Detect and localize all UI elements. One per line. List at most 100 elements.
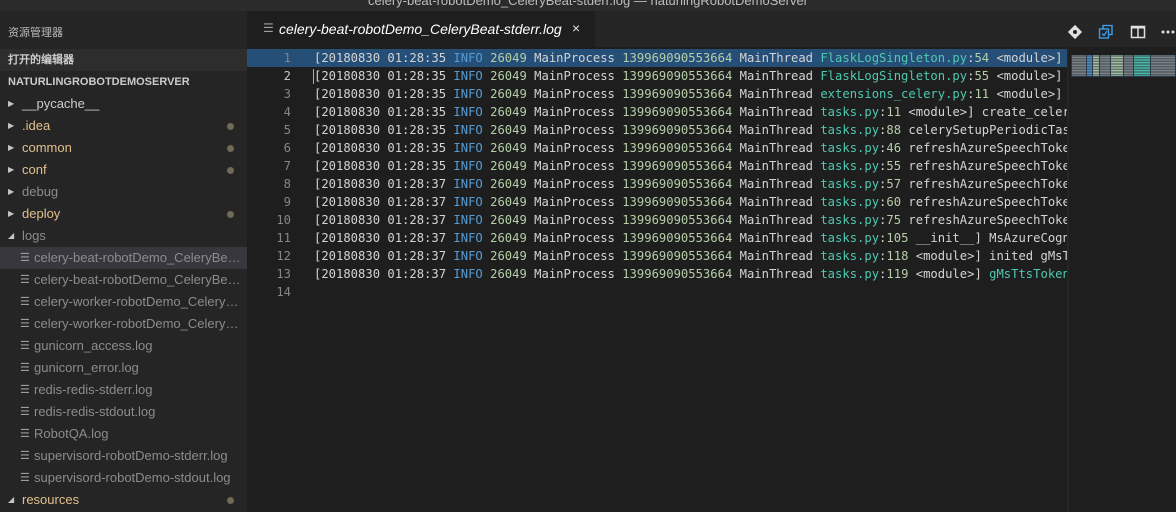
file-item[interactable]: ☰ celery-beat-robotDemo_CeleryBeat-stderr…	[0, 247, 247, 269]
minimap-token	[1093, 66, 1099, 68]
log-source-file: tasks.py	[820, 105, 880, 119]
log-line-text: [20180830 01:28:37 INFO 26049 MainProces…	[314, 229, 1069, 247]
minimap-token	[1072, 69, 1086, 71]
code-line[interactable]: 6 [20180830 01:28:35 INFO 26049 MainProce…	[247, 139, 1069, 157]
log-message: refreshAzureSpeechToken]	[901, 141, 1069, 155]
file-tree: ▶ __pycache__ ▶ .idea ▶ common ▶ conf ▶ debug ▶ dep…	[0, 93, 247, 511]
chevron-right-icon[interactable]: ▶	[8, 137, 18, 159]
file-item[interactable]: ☰ celery-worker-robotDemo_CeleryWorker-st…	[0, 291, 247, 313]
folder-item[interactable]: ▶ common	[0, 137, 247, 159]
git-compare-icon[interactable]	[1067, 24, 1083, 40]
code-line[interactable]: 9 [20180830 01:28:37 INFO 26049 MainProce…	[247, 193, 1069, 211]
folder-item[interactable]: ▶ __pycache__	[0, 93, 247, 115]
file-item[interactable]: ☰ celery-beat-robotDemo_CeleryBeat-stdout…	[0, 269, 247, 291]
chevron-right-icon[interactable]: ▶	[8, 203, 18, 225]
minimap-token	[1124, 61, 1133, 63]
folder-item[interactable]: ▶ conf	[0, 159, 247, 181]
project-section[interactable]: NATURLINGROBOTDEMOSERVER	[0, 71, 247, 93]
log-thread-id: 139969090553664	[622, 159, 733, 173]
file-item[interactable]: ☰ redis-redis-stderr.log	[0, 379, 247, 401]
minimap-token	[1111, 68, 1123, 70]
window-title: celery-beat-robotDemo_CeleryBeat-stderr.…	[367, 0, 809, 8]
minimap-token	[1100, 57, 1110, 59]
minimap-token	[1072, 60, 1086, 62]
log-thread-id: 139969090553664	[622, 177, 733, 191]
log-level: INFO	[453, 123, 483, 137]
minimap-token	[1093, 65, 1099, 67]
minimap-token	[1072, 58, 1086, 60]
minimap-token	[1134, 69, 1150, 71]
minimap-token	[1100, 60, 1110, 62]
line-number: 14	[276, 285, 291, 299]
split-editor-icon[interactable]	[1130, 24, 1146, 40]
chevron-right-icon[interactable]: ▶	[8, 115, 18, 137]
file-item[interactable]: ☰ redis-redis-stdout.log	[0, 401, 247, 423]
file-item[interactable]: ☰ RobotQA.log	[0, 423, 247, 445]
chevron-down-icon[interactable]: ◢	[8, 489, 18, 511]
code-line[interactable]: 2 [20180830 01:28:35 INFO 26049 MainProce…	[247, 67, 1069, 85]
chevron-right-icon[interactable]: ▶	[8, 93, 18, 115]
file-item[interactable]: ☰ supervisord-robotDemo-stderr.log	[0, 445, 247, 467]
code-line[interactable]: 13 [20180830 01:28:37 INFO 26049 MainProc…	[247, 265, 1069, 283]
close-icon[interactable]: ×	[572, 20, 580, 36]
log-line-text: [20180830 01:28:37 INFO 26049 MainProces…	[314, 211, 1069, 229]
log-process: MainProcess	[534, 195, 615, 209]
minimap-token	[1134, 58, 1150, 60]
code-line[interactable]: 8 [20180830 01:28:37 INFO 26049 MainProce…	[247, 175, 1069, 193]
folder-item[interactable]: ◢ logs	[0, 225, 247, 247]
line-number: 13	[276, 267, 291, 281]
chevron-right-icon[interactable]: ▶	[8, 181, 18, 203]
minimap[interactable]	[1071, 55, 1176, 77]
code-line[interactable]: 12 [20180830 01:28:37 INFO 26049 MainProc…	[247, 247, 1069, 265]
code-line[interactable]: 11 [20180830 01:28:37 INFO 26049 MainProc…	[247, 229, 1069, 247]
file-item[interactable]: ☰ gunicorn_access.log	[0, 335, 247, 357]
tab-active-log[interactable]: ☰ celery-beat-robotDemo_CeleryBeat-stder…	[247, 11, 595, 47]
folder-item[interactable]: ▶ deploy	[0, 203, 247, 225]
log-process: MainProcess	[534, 141, 615, 155]
minimap-token	[1093, 71, 1099, 73]
log-thread-id: 139969090553664	[622, 51, 733, 65]
folder-item[interactable]: ▶ .idea	[0, 115, 247, 137]
minimap-token	[1151, 66, 1175, 68]
folder-item[interactable]: ▶ debug	[0, 181, 247, 203]
code-lines[interactable]: 1 [20180830 01:28:35 INFO 26049 MainProce…	[247, 49, 1069, 301]
log-level: INFO	[453, 267, 483, 281]
code-line[interactable]: 1 [20180830 01:28:35 INFO 26049 MainProce…	[247, 49, 1069, 67]
file-item[interactable]: ☰ celery-worker-robotDemo_CeleryWorker-st…	[0, 313, 247, 335]
code-line[interactable]: 14	[247, 283, 1069, 301]
log-thread-id: 139969090553664	[622, 231, 733, 245]
line-number: 2	[283, 69, 291, 83]
folder-item[interactable]: ◢ resources	[0, 489, 247, 511]
minimap-token	[1134, 73, 1150, 75]
code-line[interactable]: 10 [20180830 01:28:37 INFO 26049 MainProc…	[247, 211, 1069, 229]
file-lines-icon: ☰	[20, 274, 30, 286]
minimap-token	[1111, 58, 1123, 60]
chevron-down-icon[interactable]: ◢	[8, 225, 18, 247]
chevron-right-icon[interactable]: ▶	[8, 159, 18, 181]
log-thread-id: 139969090553664	[622, 123, 733, 137]
open-changes-icon[interactable]	[1098, 24, 1114, 40]
open-editors-section[interactable]: 打开的编辑器	[0, 49, 247, 71]
minimap-token	[1151, 73, 1175, 75]
log-timestamp: [20180830 01:28:35	[314, 141, 447, 155]
code-line[interactable]: 4 [20180830 01:28:35 INFO 26049 MainProce…	[247, 103, 1069, 121]
log-line-text: [20180830 01:28:37 INFO 26049 MainProces…	[314, 175, 1069, 193]
log-pid: 26049	[490, 177, 527, 191]
file-label: redis-redis-stdout.log	[34, 404, 156, 419]
log-thread-id: 139969090553664	[622, 249, 733, 263]
log-message: <module>] inited gMsTts	[908, 249, 1069, 263]
log-timestamp: [20180830 01:28:37	[314, 267, 447, 281]
code-line[interactable]: 7 [20180830 01:28:35 INFO 26049 MainProce…	[247, 157, 1069, 175]
minimap-token	[1100, 71, 1110, 73]
file-item[interactable]: ☰ supervisord-robotDemo-stdout.log	[0, 467, 247, 489]
minimap-token	[1151, 68, 1175, 70]
file-item[interactable]: ☰ gunicorn_error.log	[0, 357, 247, 379]
log-thread-id: 139969090553664	[622, 69, 733, 83]
minimap-token	[1124, 69, 1133, 71]
more-actions-icon[interactable]	[1160, 24, 1176, 40]
code-line[interactable]: 5 [20180830 01:28:35 INFO 26049 MainProce…	[247, 121, 1069, 139]
minimap-token	[1072, 73, 1086, 75]
log-pid: 26049	[490, 105, 527, 119]
code-line[interactable]: 3 [20180830 01:28:35 INFO 26049 MainProce…	[247, 85, 1069, 103]
log-process: MainProcess	[534, 249, 615, 263]
